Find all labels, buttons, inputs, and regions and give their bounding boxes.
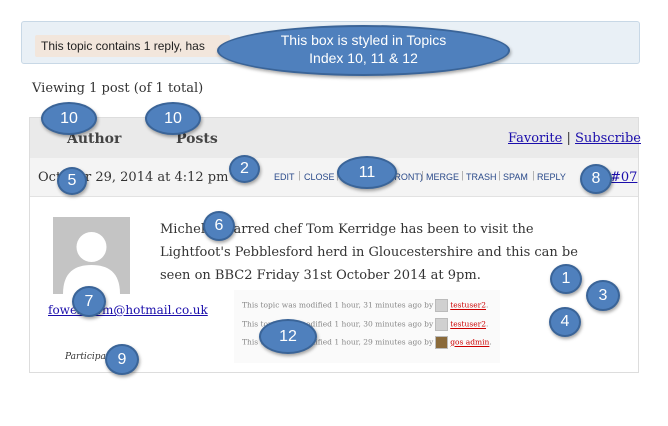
revision-user-link[interactable]: testuser2 — [450, 320, 486, 329]
admin-separator: | — [421, 171, 425, 181]
link-separator: | — [566, 131, 571, 146]
admin-link-trash[interactable]: TRASH — [466, 172, 497, 182]
favorite-link[interactable]: Favorite — [508, 131, 562, 146]
user-avatar-icon — [435, 299, 449, 312]
admin-link-edit[interactable]: EDIT — [274, 172, 295, 182]
annotation-marker: 10 — [41, 102, 97, 135]
annotation-marker: 6 — [203, 211, 235, 241]
annotation-marker: 9 — [105, 344, 139, 375]
annotation-marker: 11 — [337, 156, 397, 189]
pagination-count: Viewing 1 post (of 1 total) — [32, 81, 204, 96]
admin-separator: | — [461, 171, 465, 181]
callout-line-1: This box is styled in Topics — [280, 32, 447, 48]
admin-separator: | — [298, 171, 302, 181]
annotation-marker: 10 — [145, 102, 201, 135]
callout-line-2: Index 10, 11 & 12 — [309, 50, 418, 66]
admin-link-merge[interactable]: MERGE — [426, 172, 459, 182]
callout-bubble: This box is styled in Topics Index 10, 1… — [217, 25, 510, 76]
annotation-marker: 7 — [72, 286, 106, 317]
admin-link-spam[interactable]: SPAM — [503, 172, 528, 182]
annotation-marker: 8 — [580, 164, 612, 194]
revision-user-link[interactable]: gos admin — [450, 338, 489, 347]
annotation-marker: 1 — [550, 264, 582, 294]
default-avatar-icon — [53, 217, 130, 294]
topic-actions: Favorite | Subscribe — [508, 131, 641, 146]
admin-link-reply[interactable]: REPLY — [537, 172, 566, 182]
annotation-marker: 4 — [549, 307, 581, 337]
annotation-marker: 3 — [586, 280, 620, 311]
annotation-marker: 5 — [57, 167, 87, 195]
revision-user-link[interactable]: testuser2 — [450, 301, 486, 310]
admin-separator: | — [532, 171, 536, 181]
admin-separator: | — [498, 171, 502, 181]
subscribe-link[interactable]: Subscribe — [575, 131, 641, 146]
post-permalink[interactable]: #07 — [610, 170, 637, 185]
user-avatar-icon — [435, 318, 449, 331]
annotation-marker: 2 — [229, 155, 260, 183]
admin-link-close[interactable]: CLOSE — [304, 172, 335, 182]
user-avatar-icon — [435, 336, 449, 349]
avatar[interactable] — [53, 217, 130, 294]
annotation-marker: 12 — [259, 319, 317, 354]
revision-entry: This topic was modified 1 hour, 31 minut… — [242, 299, 488, 312]
notice-text: This topic contains 1 reply, has — [41, 39, 205, 53]
